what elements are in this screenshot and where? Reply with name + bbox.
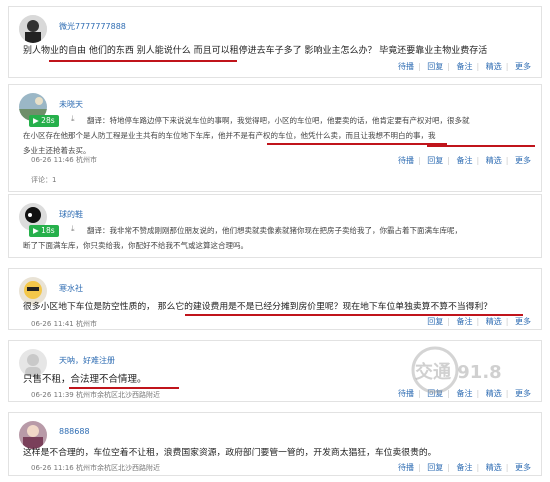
comment-card-3: 球的鞋 ▶ 18s ⤓ 翻译：我非常不赞成刚刚那位朋友说的，他们想卖就卖像素就猪… — [8, 194, 542, 258]
translate-label: 翻译： — [87, 226, 110, 235]
watermark-logo: 交通 91.8 — [405, 330, 525, 410]
avatar-icon — [19, 15, 47, 43]
highlight-underline — [267, 143, 447, 145]
action-more[interactable]: 更多 — [515, 317, 531, 326]
action-more[interactable]: 更多 — [515, 62, 531, 71]
action-more[interactable]: 更多 — [515, 156, 531, 165]
text-line-2: 断了下面满车库，你只卖给我，你配好不给我不气或这算这合理吗。 — [23, 241, 248, 250]
action-reply[interactable]: 回复 — [427, 317, 443, 326]
highlight-underline — [427, 145, 535, 147]
watermark-text: 交通 91.8 — [415, 362, 502, 383]
action-bar: 待播 | 回复 | 备注 | 精选 | 更多 — [398, 156, 531, 165]
action-pending[interactable]: 待播 — [398, 62, 414, 71]
username[interactable]: 未晓天 — [59, 99, 83, 110]
translate-label: 翻译： — [87, 116, 110, 125]
action-note[interactable]: 备注 — [457, 156, 473, 165]
action-pending[interactable]: 待播 — [398, 463, 414, 472]
username[interactable]: 寒水社 — [59, 283, 83, 294]
highlight-underline — [49, 60, 237, 62]
action-bar: 待播 | 回复 | 备注 | 精选 | 更多 — [398, 62, 531, 71]
comment-text: 很多小区地下车位是防空性质的， 那么它的建设费用是不是已经分摊到房价里呢？现在地… — [23, 302, 493, 312]
action-feature[interactable]: 精选 — [486, 62, 502, 71]
action-feature[interactable]: 精选 — [486, 463, 502, 472]
action-reply[interactable]: 回复 — [427, 156, 443, 165]
username[interactable]: 微光7777777888 — [59, 21, 126, 32]
time-location: 06-26 11:41 杭州市 — [31, 320, 97, 328]
action-pending[interactable]: 待播 — [398, 156, 414, 165]
text-line-1: 特地停车路边停下来说说车位的事啊，我觉得吧，小区的车位吧，他要卖的话，他肯定要有… — [109, 116, 470, 125]
comment-card-4: 寒水社 很多小区地下车位是防空性质的， 那么它的建设费用是不是已经分摊到房价里呢… — [8, 268, 542, 330]
action-bar: 回复 | 备注 | 精选 | 更多 — [427, 317, 531, 326]
action-bar: 待播 | 回复 | 备注 | 精选 | 更多 — [398, 463, 531, 472]
comment-card-2: 未晓天 ▶ 28s ⤓ 翻译：特地停车路边停下来说说车位的事啊，我觉得吧，小区的… — [8, 84, 542, 192]
action-reply[interactable]: 回复 — [427, 62, 443, 71]
comment-text: 翻译：我非常不赞成刚刚那位朋友说的，他们想卖就卖像素就猪你现在把房子卖给我了，你… — [23, 225, 537, 251]
username[interactable]: 球的鞋 — [59, 209, 83, 220]
avatar[interactable] — [19, 15, 47, 43]
action-reply[interactable]: 回复 — [427, 463, 443, 472]
comment-count[interactable]: 评论：1 — [31, 175, 56, 185]
avatar-icon — [19, 421, 47, 449]
comment-card-1: 微光7777777888 别人物业的自由 他们的东西 别人能说什么 而且可以租停… — [8, 6, 542, 78]
highlight-underline — [69, 387, 179, 389]
action-note[interactable]: 备注 — [457, 317, 473, 326]
username[interactable]: 天呐，好难注册 — [59, 355, 115, 366]
comment-card-6: 888688 这样是不合理的，车位空着不让租，浪费国家资源，政府部门要管一管的，… — [8, 412, 542, 476]
action-feature[interactable]: 精选 — [486, 317, 502, 326]
username[interactable]: 888688 — [59, 427, 90, 436]
action-more[interactable]: 更多 — [515, 463, 531, 472]
action-note[interactable]: 备注 — [457, 62, 473, 71]
time-location: 06-26 11:46 杭州市 — [31, 156, 97, 164]
text-line-2: 在小区存在他那个是人防工程是业主共有的车位地下车库，他并不是有产权的车位，他凭什… — [23, 131, 436, 140]
comment-text: 翻译：特地停车路边停下来说说车位的事啊，我觉得吧，小区的车位吧，他要卖的话，他肯… — [23, 115, 537, 156]
avatar[interactable] — [19, 421, 47, 449]
action-feature[interactable]: 精选 — [486, 156, 502, 165]
comment-text: 这样是不合理的，车位空着不让租，浪费国家资源，政府部门要管一管的，开发商太猖狂，… — [23, 448, 437, 458]
time-location: 06-26 11:39 杭州市余杭区北沙西路附近 — [31, 391, 160, 399]
action-note[interactable]: 备注 — [457, 463, 473, 472]
text-line-1: 我非常不赞成刚刚那位朋友说的，他们想卖就卖像素就猪你现在把房子卖给我了，你霸占着… — [109, 226, 463, 235]
time-location: 06-26 11:16 杭州市余杭区北沙西路附近 — [31, 464, 160, 472]
comment-text: 别人物业的自由 他们的东西 别人能说什么 而且可以租停进去车子多了 影响业主怎么… — [23, 46, 488, 56]
